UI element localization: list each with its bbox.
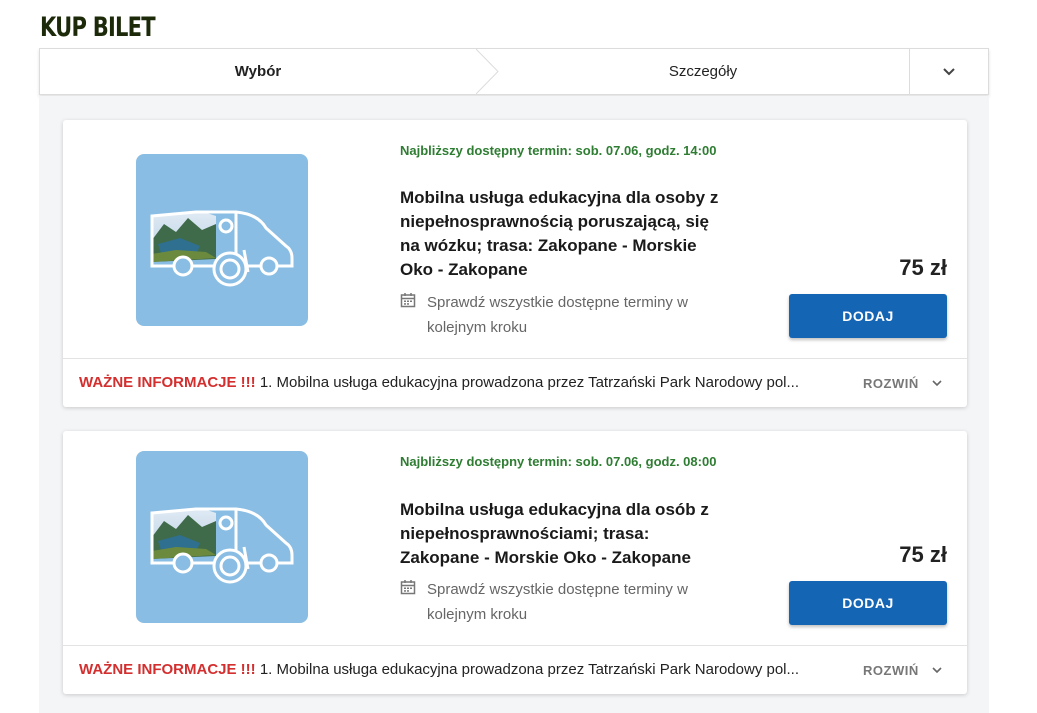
important-info-label: WAŻNE INFORMACJE !!! [79,661,256,678]
next-available-date: Najbliższy dostępny termin: sob. 07.06, … [400,143,717,158]
chevron-down-icon [932,667,942,674]
product-card: Najbliższy dostępny termin: sob. 07.06, … [63,431,967,694]
calendar-icon [400,580,416,595]
check-terms-note: Sprawdź wszystkie dostępne terminy w kol… [400,577,720,627]
important-info-label: WAŻNE INFORMACJE !!! [79,374,256,391]
add-button[interactable]: DODAJ [789,581,947,625]
page-title: KUP BILET [40,12,156,43]
product-card-body: Najbliższy dostępny termin: sob. 07.06, … [63,431,967,645]
expand-button[interactable]: ROZWIŃ [863,373,943,393]
van-wheelchair-image [136,154,308,326]
booking-stepper: Wybór Szczegóły [39,48,989,95]
important-info-text: WAŻNE INFORMACJE !!! 1. Mobilna usługa e… [79,373,849,393]
expand-button[interactable]: ROZWIŃ [863,660,943,680]
product-price: 75 zł [899,255,947,280]
product-list: Najbliższy dostępny termin: sob. 07.06, … [39,96,989,713]
important-info-row: WAŻNE INFORMACJE !!! 1. Mobilna usługa e… [63,358,967,407]
add-button[interactable]: DODAJ [789,294,947,338]
check-terms-text: Sprawdź wszystkie dostępne terminy w kol… [427,294,688,336]
stepper-toggle-button[interactable] [909,49,988,94]
step-szczegoly[interactable]: Szczegóły [496,49,910,94]
product-title: Mobilna usługa edukacyjna dla osoby z ni… [400,188,719,279]
product-card: Najbliższy dostępny termin: sob. 07.06, … [63,120,967,407]
next-available-date: Najbliższy dostępny termin: sob. 07.06, … [400,454,717,469]
important-info-body: 1. Mobilna usługa edukacyjna prowadzona … [255,374,800,391]
expand-label: ROZWIŃ [863,375,919,391]
chevron-down-icon [932,380,942,387]
calendar-icon [400,293,416,308]
important-info-text: WAŻNE INFORMACJE !!! 1. Mobilna usługa e… [79,660,849,680]
van-wheelchair-image [136,451,308,623]
chevron-down-icon [943,67,955,75]
product-title: Mobilna usługa edukacyjna dla osób z nie… [400,500,709,567]
important-info-row: WAŻNE INFORMACJE !!! 1. Mobilna usługa e… [63,645,967,694]
step-wybor[interactable]: Wybór [40,49,476,94]
check-terms-note: Sprawdź wszystkie dostępne terminy w kol… [400,290,720,340]
expand-label: ROZWIŃ [863,662,919,678]
important-info-body: 1. Mobilna usługa edukacyjna prowadzona … [255,661,800,678]
product-card-body: Najbliższy dostępny termin: sob. 07.06, … [63,120,967,358]
product-price: 75 zł [899,542,947,567]
check-terms-text: Sprawdź wszystkie dostępne terminy w kol… [427,581,688,623]
